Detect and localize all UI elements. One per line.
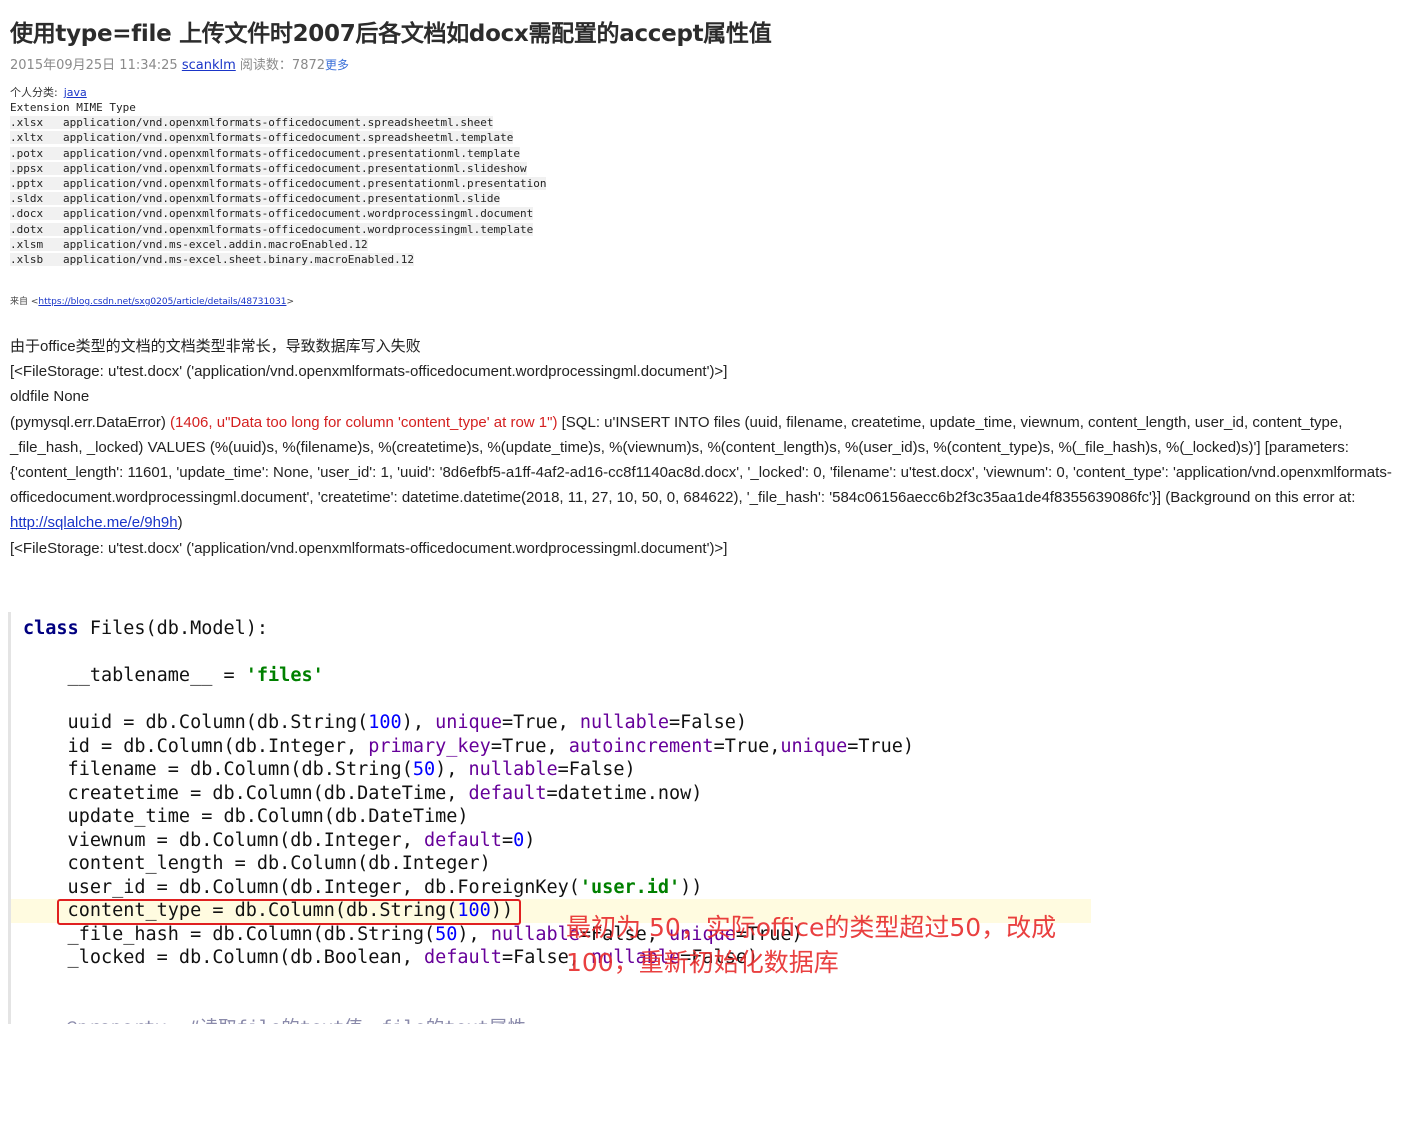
mime-extension: .xlsx	[10, 116, 44, 130]
code-line-update-time: update_time = db.Column(db.DateTime)	[23, 806, 469, 827]
code-line-content-length: content_length = db.Column(db.Integer)	[23, 853, 491, 874]
mime-type: application/vnd.ms-excel.sheet.binary.ma…	[63, 252, 414, 266]
log-oldfile: oldfile None	[10, 388, 90, 406]
code-line-filename: filename = db.Column(db.String(50), null…	[23, 759, 636, 780]
category-line: 个人分类: java	[10, 84, 87, 100]
mime-extension: .docx	[10, 207, 44, 221]
mime-type: application/vnd.openxmlformats-officedoc…	[63, 131, 514, 145]
mime-extension: .xlsm	[10, 237, 44, 251]
mime-type: application/vnd.ms-excel.addin.macroEnab…	[63, 237, 368, 251]
mime-table-row: .docx application/vnd.openxmlformats-off…	[10, 206, 546, 221]
mime-extension: .xlsb	[10, 252, 44, 266]
code-line-cutoff: @property #读取file的text值，file的text属性	[66, 1014, 526, 1024]
mime-type: application/vnd.openxmlformats-officedoc…	[63, 192, 501, 206]
log-filestorage: [<FileStorage: u'test.docx' ('applicatio…	[10, 363, 728, 381]
mime-table-row: .pptx application/vnd.openxmlformats-off…	[10, 176, 547, 191]
code-line-tablename: __tablename__ = 'files'	[23, 665, 324, 686]
code-line-id: id = db.Column(db.Integer, primary_key=T…	[23, 736, 915, 757]
error-help-link[interactable]: http://sqlalche.me/e/9h9h	[10, 514, 178, 531]
code-line-uuid: uuid = db.Column(db.String(100), unique=…	[23, 712, 747, 733]
mime-table-row: .ppsx application/vnd.openxmlformats-off…	[10, 161, 546, 176]
highlight-box	[57, 899, 521, 925]
article-meta: 2015年09月25日 11:34:25 scanklm 阅读数：7872更多	[10, 54, 349, 73]
article-title: 使用type=file 上传文件时2007后各文档如docx需配置的accept…	[10, 21, 772, 47]
mime-extension: .dotx	[10, 222, 44, 236]
source-prefix: 来自 <	[10, 297, 39, 307]
mime-table-row: .potx application/vnd.openxmlformats-off…	[10, 146, 546, 161]
mime-table-row: .xltx application/vnd.openxmlformats-off…	[10, 130, 546, 145]
error-prefix: (pymysql.err.DataError)	[10, 413, 171, 431]
error-log: 由于office类型的文档的文档类型非常长，导致数据库写入失败 [<FileSt…	[10, 334, 1414, 561]
mime-type: application/vnd.openxmlformats-officedoc…	[63, 161, 527, 175]
mime-table-row: .dotx application/vnd.openxmlformats-off…	[10, 222, 546, 237]
mime-extension: .xltx	[10, 131, 44, 145]
mime-table-row: .xlsx application/vnd.openxmlformats-off…	[10, 115, 546, 130]
mime-extension: .potx	[10, 146, 44, 160]
error-close: )	[177, 514, 183, 532]
log-intro: 由于office类型的文档的文档类型非常长，导致数据库写入失败	[10, 338, 421, 355]
category-link[interactable]: java	[64, 86, 87, 99]
log-filestorage: [<FileStorage: u'test.docx' ('applicatio…	[10, 539, 728, 557]
reads-label: 阅读数：	[239, 58, 292, 73]
code-line-createtime: createtime = db.Column(db.DateTime, defa…	[23, 783, 703, 804]
mime-table-row: .xlsb application/vnd.ms-excel.sheet.bin…	[10, 252, 546, 267]
mime-type: application/vnd.openxmlformats-officedoc…	[63, 222, 534, 236]
mime-table-row: .xlsm application/vnd.ms-excel.addin.mac…	[10, 237, 546, 252]
mime-table: Extension MIME Type .xlsx application/vn…	[10, 100, 547, 267]
annotation-line-2: 100，重新初始化数据库	[566, 948, 839, 977]
publish-date: 2015年09月25日 11:34:25	[10, 58, 178, 73]
code-line-user-id: user_id = db.Column(db.Integer, db.Forei…	[23, 877, 703, 898]
annotation-note: 最初为 50，实际office的类型超过50，改成 100，重新初始化数据库	[566, 910, 1056, 980]
reads-count: 7872	[291, 58, 326, 73]
code-line-class: class Files(db.Model):	[23, 618, 269, 639]
log-error: (pymysql.err.DataError) (1406, u"Data to…	[10, 410, 1414, 536]
mime-type: application/vnd.openxmlformats-officedoc…	[63, 207, 534, 221]
code-block: class Files(db.Model): __tablename__ = '…	[23, 618, 914, 968]
mime-type: application/vnd.openxmlformats-officedoc…	[63, 116, 494, 130]
mime-type: application/vnd.openxmlformats-officedoc…	[63, 146, 520, 160]
author-link[interactable]: scanklm	[182, 58, 236, 73]
mime-extension: .sldx	[10, 192, 44, 206]
mime-table-header: Extension MIME Type	[10, 101, 136, 114]
error-message: (1406, u"Data too long for column 'conte…	[170, 413, 558, 431]
more-link[interactable]: 更多	[325, 58, 349, 72]
mime-table-row: .sldx application/vnd.openxmlformats-off…	[10, 191, 546, 206]
mime-extension: .pptx	[10, 176, 44, 190]
category-label: 个人分类:	[10, 86, 58, 99]
source-suffix: >	[286, 297, 294, 307]
mime-extension: .ppsx	[10, 161, 44, 175]
annotation-line-1: 最初为 50，实际office的类型超过50，改成	[566, 913, 1057, 942]
mime-type: application/vnd.openxmlformats-officedoc…	[63, 176, 547, 190]
code-line-viewnum: viewnum = db.Column(db.Integer, default=…	[23, 830, 536, 851]
source-line: 来自 <https://blog.csdn.net/sxg0205/articl…	[10, 294, 294, 307]
source-link[interactable]: https://blog.csdn.net/sxg0205/article/de…	[38, 297, 286, 307]
